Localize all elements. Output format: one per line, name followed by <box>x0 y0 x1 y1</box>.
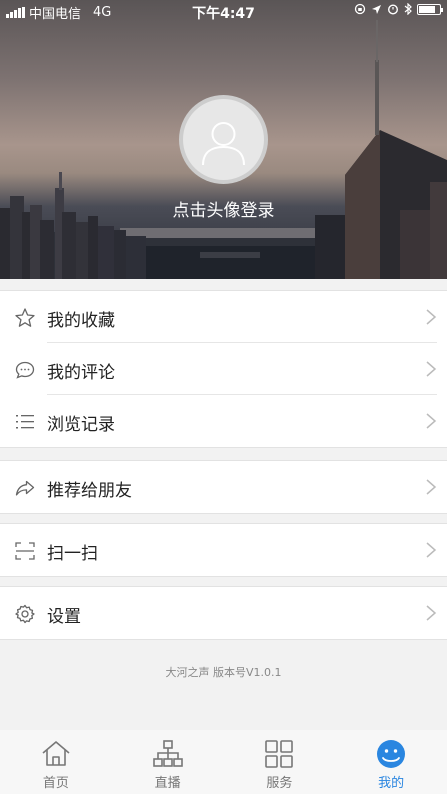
tab-profile[interactable]: 我的 <box>335 730 447 794</box>
rotation-lock-icon <box>354 3 366 15</box>
share-arrow-icon <box>15 480 35 496</box>
tab-label-profile: 我的 <box>378 776 405 791</box>
tab-services[interactable]: 服务 <box>224 730 336 794</box>
gear-icon <box>15 604 35 624</box>
chevron-right-icon <box>426 361 437 377</box>
menu-group-settings: 设置 <box>0 586 447 640</box>
tab-live[interactable]: 直播 <box>112 730 224 794</box>
menu-label-recommend: 推荐给朋友 <box>47 481 132 501</box>
menu-item-comments[interactable]: 我的评论 <box>0 343 447 395</box>
default-user-icon <box>202 122 245 166</box>
menu-item-history[interactable]: 浏览记录 <box>0 395 447 447</box>
chevron-right-icon <box>426 413 437 429</box>
profile-icon <box>377 740 406 768</box>
chevron-right-icon <box>426 542 437 558</box>
profile-header: 中国电信 4G 下午4:47 点击头像登录 <box>0 0 447 279</box>
alarm-icon <box>387 4 399 15</box>
status-bar: 中国电信 4G 下午4:47 <box>0 0 447 22</box>
list-icon <box>16 415 34 429</box>
live-icon <box>152 740 183 767</box>
avatar-button[interactable] <box>179 95 268 184</box>
menu-group-personal: 我的收藏 我的评论 浏览记录 <box>0 290 447 448</box>
battery-icon <box>417 3 443 15</box>
version-text: 大河之声 版本号V1.0.1 <box>165 666 282 679</box>
menu-label-history: 浏览记录 <box>47 415 115 435</box>
menu-label-settings: 设置 <box>47 607 81 627</box>
bottom-tab-bar: 首页 直播 服务 我的 <box>0 730 447 794</box>
chevron-right-icon <box>426 309 437 325</box>
menu-label-comments: 我的评论 <box>47 363 115 383</box>
menu-label-scan: 扫一扫 <box>47 544 98 564</box>
location-icon <box>372 4 381 14</box>
tab-label-services: 服务 <box>266 776 293 791</box>
menu-group-scan: 扫一扫 <box>0 523 447 577</box>
comment-bubble-icon <box>15 361 35 379</box>
menu-item-scan[interactable]: 扫一扫 <box>0 524 447 576</box>
login-prompt[interactable]: 点击头像登录 <box>0 196 447 221</box>
menu-item-recommend[interactable]: 推荐给朋友 <box>0 461 447 513</box>
tab-label-live: 直播 <box>154 776 181 791</box>
menu-label-favorites: 我的收藏 <box>47 311 115 331</box>
home-icon <box>42 741 70 766</box>
star-icon <box>15 308 35 327</box>
chevron-right-icon <box>426 605 437 621</box>
menu-item-settings[interactable]: 设置 <box>0 587 447 639</box>
chevron-right-icon <box>426 479 437 495</box>
tab-home[interactable]: 首页 <box>0 730 112 794</box>
scan-icon <box>15 542 35 560</box>
bluetooth-icon <box>404 3 412 15</box>
grid-icon <box>265 740 294 768</box>
tab-label-home: 首页 <box>42 776 69 791</box>
menu-item-favorites[interactable]: 我的收藏 <box>0 291 447 343</box>
menu-group-share: 推荐给朋友 <box>0 460 447 514</box>
